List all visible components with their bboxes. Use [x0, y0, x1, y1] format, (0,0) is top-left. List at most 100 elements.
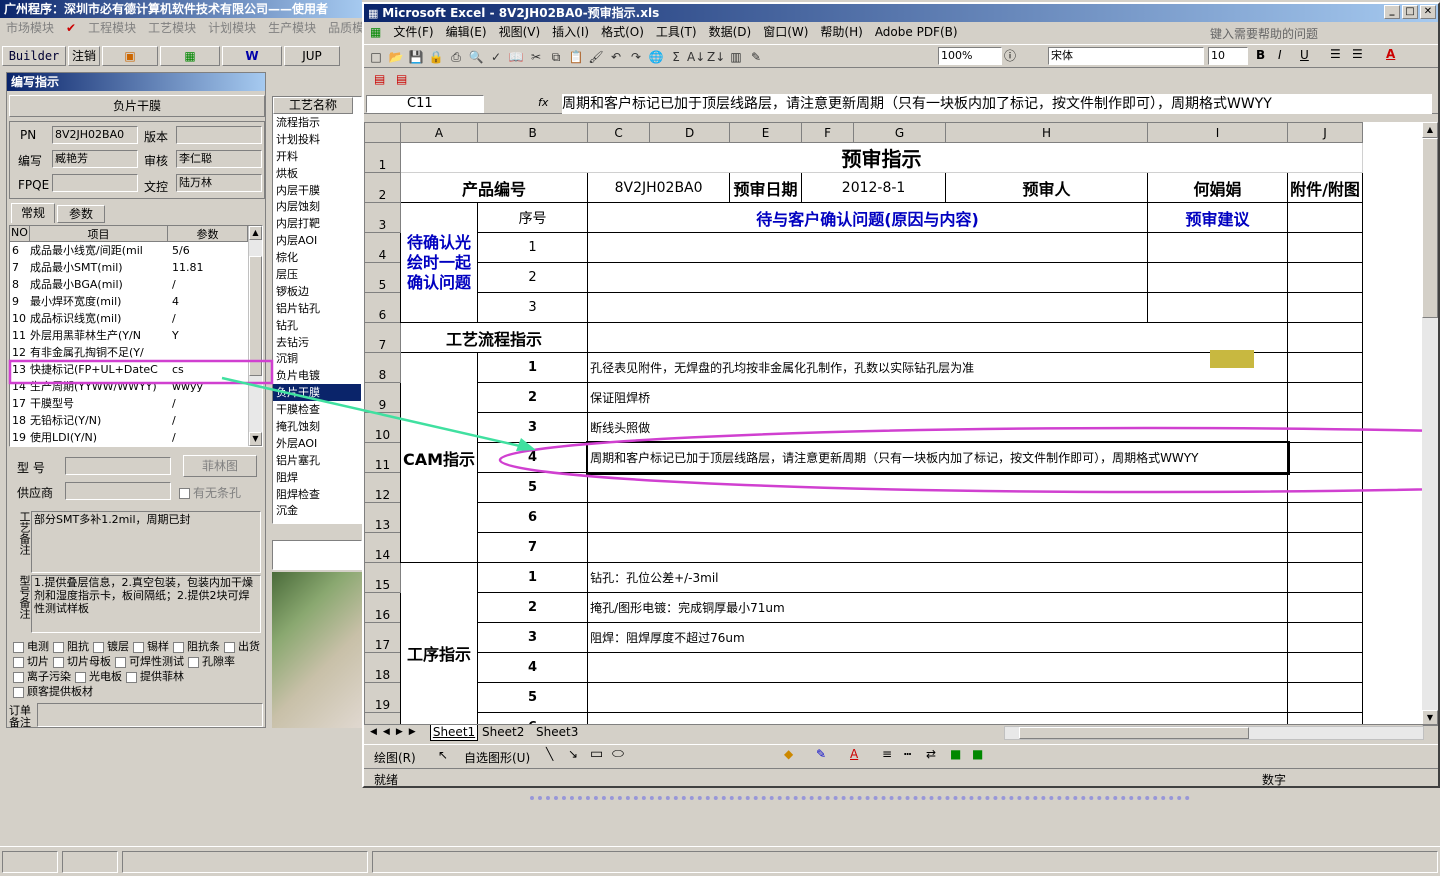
- module-craft[interactable]: 工艺模块: [142, 18, 202, 38]
- arrow-icon[interactable]: ↘: [568, 747, 578, 761]
- cut-icon[interactable]: ✂: [527, 48, 545, 66]
- module-engineering[interactable]: 工程模块: [82, 18, 142, 38]
- process-item[interactable]: 阻焊检查: [273, 486, 361, 503]
- param-row[interactable]: 19 使用LDI(Y/N) /: [10, 429, 262, 446]
- sort-desc-icon[interactable]: Z↓: [707, 48, 725, 66]
- autosum-icon[interactable]: Σ: [667, 48, 685, 66]
- tab-params[interactable]: 参数: [57, 205, 105, 223]
- param-row[interactable]: 14 生产周期(YYWW/WWYY) wwyy: [10, 378, 262, 395]
- shadow-icon[interactable]: ■: [950, 747, 961, 761]
- process-item[interactable]: 钻孔: [273, 317, 361, 334]
- help-icon[interactable]: ⓘ: [1004, 47, 1016, 64]
- draw-menu[interactable]: 绘图(R): [374, 749, 416, 766]
- help-search[interactable]: 键入需要帮助的问题: [1204, 24, 1324, 44]
- option-checkbox[interactable]: 提供菲林: [126, 669, 184, 684]
- menu-edit[interactable]: 编辑(E): [440, 22, 493, 42]
- option-checkbox[interactable]: 出货: [224, 639, 260, 654]
- italic-icon[interactable]: I: [1278, 48, 1282, 62]
- process-item[interactable]: 阻焊: [273, 469, 361, 486]
- process-item[interactable]: 内层AOI: [273, 232, 361, 249]
- sort-asc-icon[interactable]: A↓: [687, 48, 705, 66]
- no-hole-checkbox[interactable]: 有无条孔: [179, 484, 241, 501]
- tab-general[interactable]: 常规: [11, 203, 55, 223]
- process-item[interactable]: 沉金: [273, 502, 361, 519]
- vertical-scrollbar[interactable]: ▲ ▼: [1422, 122, 1438, 726]
- font-select[interactable]: 宋体: [1048, 47, 1204, 65]
- minimize-button[interactable]: _: [1384, 5, 1400, 19]
- formula-input[interactable]: 周期和客户标记已加于顶层线路层，请注意更新周期（只有一块板内加了标记，按文件制作…: [562, 94, 1432, 114]
- option-checkbox[interactable]: 顾客提供板材: [13, 684, 93, 699]
- word-icon[interactable]: W: [222, 46, 282, 66]
- name-box[interactable]: C11: [366, 95, 484, 113]
- pdf-icon[interactable]: ▤: [374, 72, 385, 86]
- menu-data[interactable]: 数据(D): [703, 22, 758, 42]
- process-item[interactable]: 烘板: [273, 165, 361, 182]
- process-item[interactable]: 内层打靶: [273, 215, 361, 232]
- undo-icon[interactable]: ↶: [607, 48, 625, 66]
- process-item[interactable]: 锣板边: [273, 283, 361, 300]
- param-row[interactable]: 8 成品最小BGA(mil) /: [10, 276, 262, 293]
- film-button[interactable]: 菲林图: [183, 455, 257, 477]
- tab-nav-icons[interactable]: ◀◀▶▶: [370, 727, 422, 737]
- process-item[interactable]: 开料: [273, 148, 361, 165]
- version-field[interactable]: [176, 126, 262, 144]
- param-row[interactable]: 17 干膜型号 /: [10, 395, 262, 412]
- size-select[interactable]: 10: [1208, 47, 1248, 65]
- redo-icon[interactable]: ↷: [627, 48, 645, 66]
- preview-icon[interactable]: 🔍: [467, 48, 485, 66]
- chart-icon[interactable]: ▥: [727, 48, 745, 66]
- param-row[interactable]: 6 成品最小线宽/间距(mil 5/6: [10, 242, 262, 259]
- option-checkbox[interactable]: 镀层: [93, 639, 129, 654]
- maximize-button[interactable]: □: [1402, 5, 1418, 19]
- save-icon[interactable]: 💾: [407, 48, 425, 66]
- font-color-icon[interactable]: A: [1386, 47, 1395, 61]
- module-quality[interactable]: 品质模: [322, 18, 362, 38]
- copy-icon[interactable]: ⧉: [547, 48, 565, 66]
- underline-icon[interactable]: U: [1300, 48, 1309, 62]
- autoshapes-menu[interactable]: 自选图形(U): [464, 749, 530, 766]
- module-plan[interactable]: 计划模块: [202, 18, 262, 38]
- horizontal-scrollbar[interactable]: [1004, 726, 1424, 740]
- process-item[interactable]: 计划投料: [273, 131, 361, 148]
- bold-icon[interactable]: B: [1256, 48, 1265, 62]
- option-checkbox[interactable]: 切片: [13, 654, 49, 669]
- builder-button[interactable]: Builder: [2, 46, 66, 66]
- process-item[interactable]: 层压: [273, 266, 361, 283]
- dash-style-icon[interactable]: ┅: [904, 747, 911, 761]
- line-color-icon[interactable]: ✎: [816, 747, 826, 761]
- option-checkbox[interactable]: 光电板: [75, 669, 122, 684]
- process-item[interactable]: 干膜检查: [273, 401, 361, 418]
- process-item[interactable]: 负片电镀: [273, 367, 361, 384]
- spell-icon[interactable]: ✓: [487, 48, 505, 66]
- doc-control-field[interactable]: 陆万林: [176, 174, 262, 192]
- excel-icon[interactable]: ▦: [160, 46, 220, 66]
- pdf-mail-icon[interactable]: ▤: [396, 72, 407, 86]
- rectangle-icon[interactable]: ▭: [590, 746, 603, 762]
- menu-view[interactable]: 视图(V): [493, 22, 547, 42]
- process-item[interactable]: 内层干膜: [273, 182, 361, 199]
- menu-adobe-pdf[interactable]: Adobe PDF(B): [869, 22, 964, 42]
- align-left-icon[interactable]: ☰: [1330, 47, 1341, 61]
- menu-help[interactable]: 帮助(H): [814, 22, 868, 42]
- line-style-icon[interactable]: ≡: [882, 747, 892, 761]
- param-row[interactable]: 10 成品标识线宽(mil) /: [10, 310, 262, 327]
- select-pointer-icon[interactable]: ↖: [438, 748, 448, 762]
- supplier-field[interactable]: [65, 482, 171, 500]
- new-icon[interactable]: □: [367, 48, 385, 66]
- permission-icon[interactable]: 🔒: [427, 48, 445, 66]
- module-market[interactable]: 市场模块: [0, 18, 60, 38]
- arrow-style-icon[interactable]: ⇄: [926, 747, 936, 761]
- text-color-icon[interactable]: A: [850, 747, 858, 761]
- option-checkbox[interactable]: 阻抗条: [173, 639, 220, 654]
- param-row[interactable]: 12 有非金属孔掏铜不足(Y/: [10, 344, 262, 361]
- param-row[interactable]: 13 快捷标记(FP+UL+DateC cs: [10, 361, 262, 378]
- menu-window[interactable]: 窗口(W): [757, 22, 814, 42]
- drawing-icon[interactable]: ✎: [747, 48, 765, 66]
- process-note-field[interactable]: 部分SMT多补1.2mil，周期已封: [31, 511, 261, 573]
- menu-tools[interactable]: 工具(T): [650, 22, 703, 42]
- jup-button[interactable]: JUP: [284, 46, 340, 66]
- format-painter-icon[interactable]: 🖌: [587, 48, 605, 66]
- param-row[interactable]: 11 外层用黑菲林生产(Y/N Y: [10, 327, 262, 344]
- pn-field[interactable]: 8V2JH02BA0: [52, 126, 138, 144]
- option-checkbox[interactable]: 锡样: [133, 639, 169, 654]
